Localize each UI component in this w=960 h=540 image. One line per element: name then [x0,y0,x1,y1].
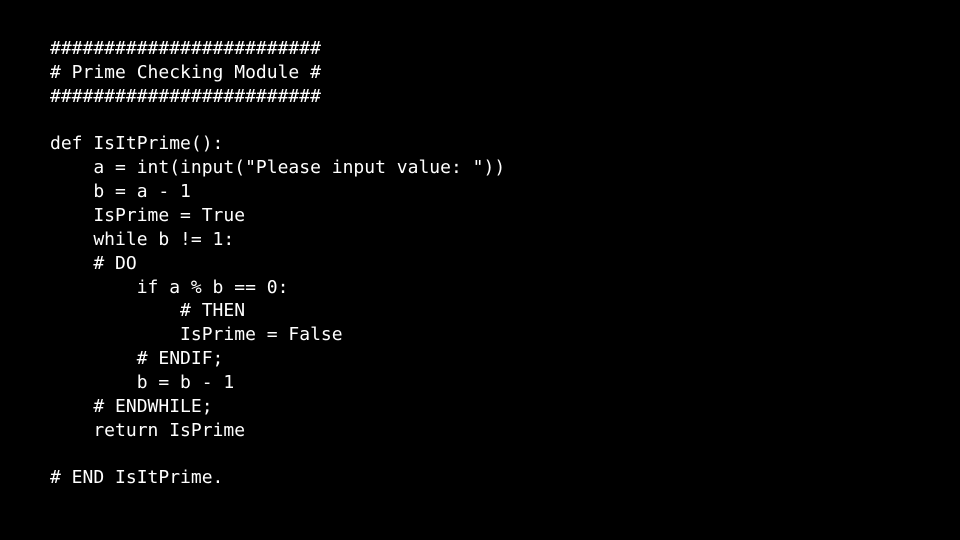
code-content: ######################### # Prime Checki… [50,38,505,488]
code-block: ######################### # Prime Checki… [50,38,960,491]
